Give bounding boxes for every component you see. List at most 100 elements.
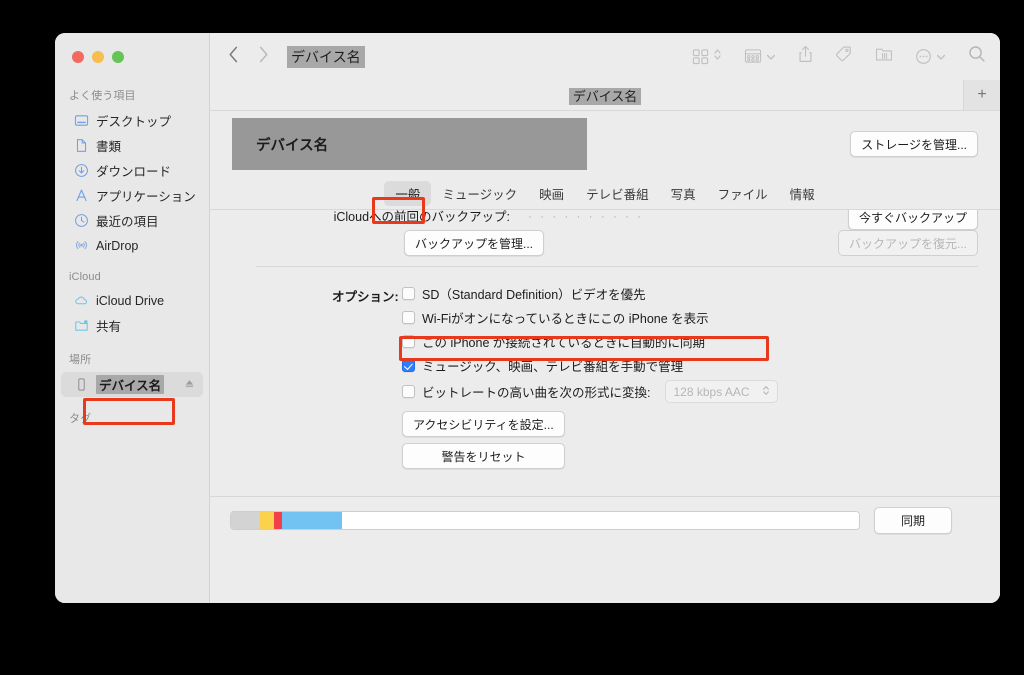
bitrate-select-value: 128 kbps AAC — [673, 384, 750, 399]
option-auto-sync-when-connected[interactable]: この iPhone が接続されているときに自動的に同期 — [402, 332, 705, 351]
cloud-icon — [74, 293, 89, 308]
option-label: Wi-Fiがオンになっているときにこの iPhone を表示 — [422, 312, 709, 326]
option-manually-manage-media[interactable]: ミュージック、映画、テレビ番組を手動で管理 — [402, 356, 683, 375]
configure-accessibility-button[interactable]: アクセシビリティを設定... — [402, 411, 565, 437]
capacity-segment-other — [282, 512, 343, 529]
storage-capacity-bar — [230, 511, 860, 530]
tab-general[interactable]: 一般 — [384, 180, 432, 206]
sidebar-item-label: AirDrop — [96, 238, 139, 253]
forward-button[interactable] — [258, 46, 269, 68]
sidebar-item-icloud-drive[interactable]: iCloud Drive — [61, 288, 203, 313]
tab-info[interactable]: 情報 — [779, 181, 826, 206]
sidebar-item-label: 共有 — [96, 320, 122, 334]
document-icon — [74, 138, 89, 153]
checkbox[interactable] — [402, 287, 415, 300]
option-prefer-sd-video[interactable]: SD（Standard Definition）ビデオを優先 — [402, 284, 646, 303]
sidebar-item-desktop[interactable]: デスクトップ — [61, 108, 203, 133]
bottom-divider — [210, 496, 1000, 497]
folder-action-icon[interactable] — [875, 46, 893, 68]
sidebar-item-device[interactable]: デバイス名 — [61, 372, 203, 397]
sidebar-item-label: iCloud Drive — [96, 293, 165, 308]
chevron-updown-icon — [762, 384, 770, 400]
device-name-masked: デバイス名 — [232, 118, 587, 170]
option-convert-higher-bitrate[interactable]: ビットレートの高い曲を次の形式に変換: 128 kbps AAC — [402, 380, 778, 403]
more-options-button[interactable] — [915, 48, 946, 66]
sync-button[interactable]: 同期 — [874, 507, 952, 534]
tab-tv-shows[interactable]: テレビ番組 — [575, 181, 660, 206]
tab-movies[interactable]: 映画 — [528, 181, 575, 206]
search-icon[interactable] — [968, 45, 986, 68]
sidebar-item-applications[interactable]: アプリケーション — [61, 183, 203, 208]
view-sort-chevron-icon — [713, 47, 722, 67]
option-label: SD（Standard Definition）ビデオを優先 — [422, 288, 646, 302]
tabstrip-title-text: デバイス名 — [568, 87, 642, 105]
sidebar-item-label: デバイス名 — [96, 375, 165, 394]
tabstrip-title: デバイス名 — [210, 86, 1000, 105]
option-label: ミュージック、映画、テレビ番組を手動で管理 — [422, 360, 684, 374]
options-label: オプション: — [332, 290, 399, 304]
sidebar-item-airdrop[interactable]: AirDrop — [61, 233, 203, 258]
sidebar: よく使う項目 デスクトップ 書類 ダウンロード アプリケーション 最近の項目 A… — [55, 33, 210, 603]
group-by-chevron-icon — [766, 48, 776, 66]
new-tab-button[interactable]: + — [963, 80, 1000, 110]
finder-window: よく使う項目 デスクトップ 書類 ダウンロード アプリケーション 最近の項目 A… — [55, 33, 1000, 603]
sidebar-item-label: ダウンロード — [96, 165, 172, 179]
sidebar-item-shared[interactable]: 共有 — [61, 313, 203, 338]
last-backup-value: · · · · · · · · · · — [528, 210, 644, 223]
capacity-segment-photos — [273, 512, 283, 529]
tab-files[interactable]: ファイル — [707, 181, 779, 206]
window-traffic-lights — [55, 33, 209, 80]
recents-clock-icon — [74, 213, 89, 228]
option-label: この iPhone が接続されているときに自動的に同期 — [422, 336, 705, 350]
toolbar-path-title: デバイス名 — [287, 45, 365, 68]
tab-music[interactable]: ミュージック — [431, 181, 528, 206]
general-tab-content: iCloudへの前回のバックアップ: · · · · · · · · · · 今… — [210, 210, 1000, 603]
sidebar-item-label: アプリケーション — [96, 190, 195, 204]
download-icon — [74, 163, 89, 178]
checkbox[interactable] — [402, 311, 415, 324]
checkbox[interactable] — [402, 385, 415, 398]
sidebar-item-downloads[interactable]: ダウンロード — [61, 158, 203, 183]
capacity-segment-system — [231, 512, 260, 529]
sidebar-item-label: デスクトップ — [96, 115, 172, 129]
sidebar-group-favorites-title: よく使う項目 — [69, 90, 136, 102]
backup-now-button[interactable]: 今すぐバックアップ — [847, 210, 978, 230]
maximize-button[interactable] — [112, 50, 124, 63]
sidebar-group-tags-title: タグ — [69, 413, 92, 425]
sidebar-item-recents[interactable]: 最近の項目 — [61, 208, 203, 233]
group-by-button[interactable] — [744, 48, 776, 66]
applications-icon — [74, 188, 89, 203]
capacity-segment-audio — [259, 512, 274, 529]
minimize-button[interactable] — [92, 50, 104, 63]
main-pane: デバイス名 デバイス名 + デバイス名 ストレージを管理... 一般 ミュージッ… — [210, 33, 1000, 603]
sidebar-item-label: 書類 — [96, 140, 122, 154]
eject-icon[interactable] — [184, 378, 195, 392]
bitrate-select[interactable]: 128 kbps AAC — [665, 380, 778, 403]
view-mode-button[interactable] — [692, 47, 722, 67]
back-button[interactable] — [228, 46, 239, 68]
reset-warnings-button[interactable]: 警告をリセット — [402, 443, 565, 469]
toolbar: デバイス名 — [210, 33, 1000, 80]
checkbox[interactable] — [402, 359, 415, 372]
restore-backup-button[interactable]: バックアップを復元... — [837, 230, 978, 256]
sidebar-item-label: 最近の項目 — [96, 215, 159, 229]
sidebar-group-icloud-title: iCloud — [69, 271, 101, 283]
checkbox[interactable] — [402, 335, 415, 348]
share-icon[interactable] — [798, 45, 813, 68]
tag-icon[interactable] — [835, 45, 853, 68]
close-button[interactable] — [72, 50, 84, 63]
tab-photos[interactable]: 写真 — [660, 181, 707, 206]
device-header: デバイス名 ストレージを管理... — [210, 111, 1000, 177]
capacity-bar-row: 同期 — [230, 507, 952, 534]
airdrop-icon — [74, 238, 89, 253]
capacity-segment-free — [342, 512, 859, 529]
sidebar-item-documents[interactable]: 書類 — [61, 133, 203, 158]
desktop-icon — [74, 113, 89, 128]
option-show-iphone-on-wifi[interactable]: Wi-Fiがオンになっているときにこの iPhone を表示 — [402, 308, 709, 327]
shared-folder-icon — [74, 318, 89, 333]
more-options-chevron-icon — [936, 48, 946, 66]
manage-backups-button[interactable]: バックアップを管理... — [404, 230, 545, 256]
toolbar-actions — [692, 45, 986, 68]
manage-storage-button[interactable]: ストレージを管理... — [850, 131, 978, 157]
window-tabstrip: デバイス名 + — [210, 80, 1000, 111]
